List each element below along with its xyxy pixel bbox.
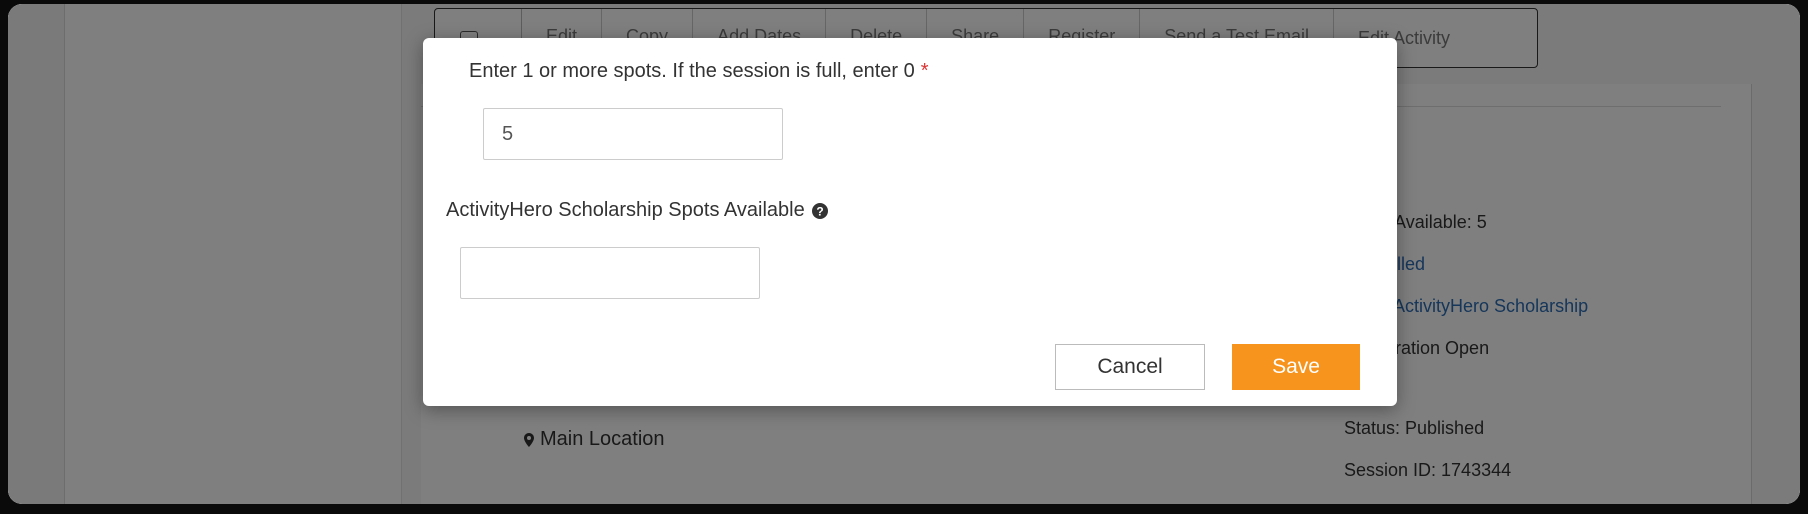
required-indicator: * (920, 60, 929, 82)
app-window: Edit Copy Add Dates Delete Share Registe… (8, 4, 1800, 504)
cancel-button[interactable]: Cancel (1055, 344, 1205, 390)
spots-label-text: Enter 1 or more spots. If the session is… (469, 60, 915, 82)
scholarship-spots-input[interactable] (460, 247, 760, 299)
save-button[interactable]: Save (1232, 344, 1360, 390)
edit-spots-dialog: Enter 1 or more spots. If the session is… (423, 38, 1397, 406)
help-circle-icon[interactable]: ? (811, 202, 829, 220)
spots-input[interactable] (483, 108, 783, 160)
spots-field-label: Enter 1 or more spots. If the session is… (469, 60, 929, 83)
scholarship-field-label: ActivityHero Scholarship Spots Available… (446, 199, 829, 222)
svg-text:?: ? (816, 204, 823, 218)
scholarship-label-text: ActivityHero Scholarship Spots Available (446, 199, 805, 221)
